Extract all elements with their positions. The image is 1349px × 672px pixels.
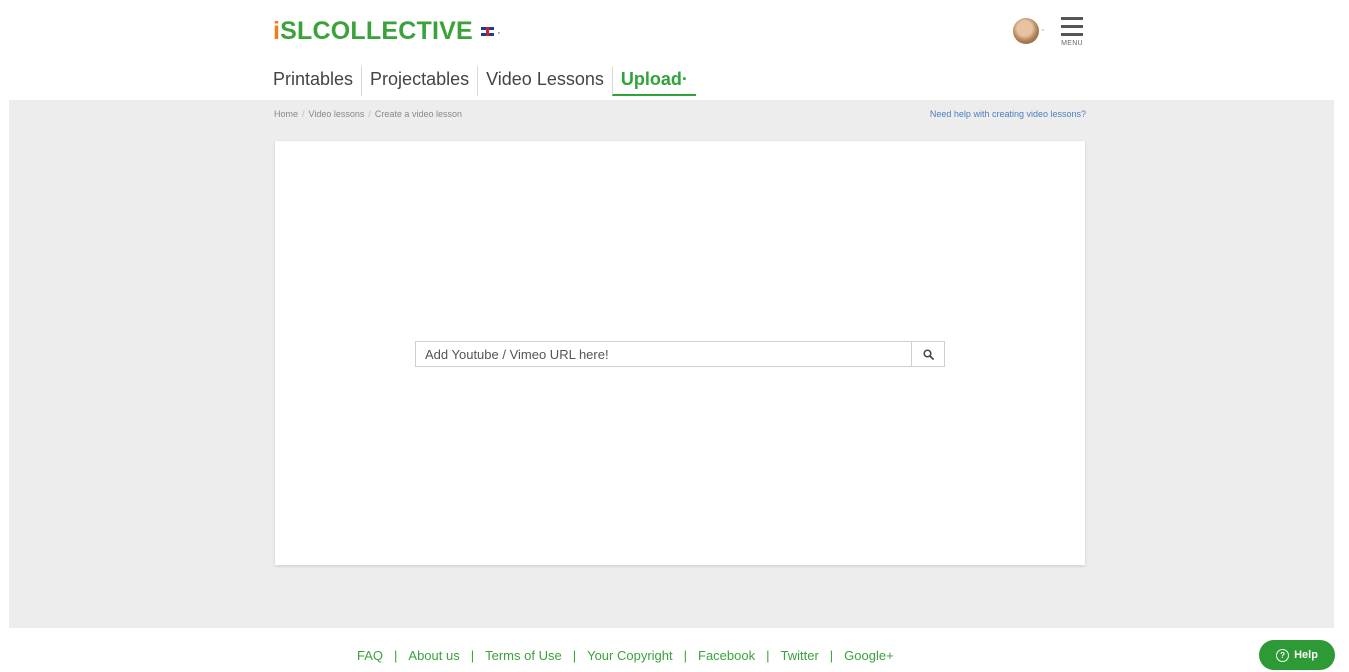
content-area: Home / Video lessons / Create a video lesson… [9,100,1334,628]
logo-rest: SLCOLLECTIVE [280,17,473,45]
help-button[interactable]: ? Help [1259,640,1335,670]
nav-printables[interactable]: Printables [273,66,361,96]
header: iSLCOLLECTIVE · Printables Projectables … [0,0,1349,100]
menu-label: MENU [1061,40,1083,47]
footer-separator: | [829,648,834,663]
main-nav: Printables Projectables Video Lessons Up… [273,66,696,96]
footer-link-copyright[interactable]: Your Copyright [587,648,673,663]
search-icon [922,348,934,360]
breadcrumb: Home / Video lessons / Create a video lesson [274,109,462,119]
nav-projectables[interactable]: Projectables [361,66,477,96]
footer-separator: | [683,648,687,663]
upload-caret-icon: · [681,69,688,89]
site-logo[interactable]: iSLCOLLECTIVE · [273,17,501,46]
footer-link-twitter[interactable]: Twitter [780,648,818,663]
search-button[interactable] [911,341,945,367]
footer-separator: | [572,648,577,663]
upload-card [275,141,1085,565]
logo-text[interactable]: iSLCOLLECTIVE [273,17,473,46]
avatar-caret-icon[interactable]: · [1041,24,1045,36]
footer-link-about[interactable]: About us [408,648,459,663]
footer-link-googleplus[interactable]: Google+ [844,648,894,663]
nav-video-lessons[interactable]: Video Lessons [477,66,612,96]
question-icon: ? [1276,648,1290,662]
uk-flag-icon[interactable] [480,27,494,36]
menu-button[interactable]: MENU [1058,17,1086,57]
language-caret-icon[interactable]: · [497,25,501,39]
nav-upload[interactable]: Upload· [611,66,696,96]
nav-upload-label: Upload [620,69,682,89]
breadcrumb-current: Create a video lesson [374,109,462,119]
footer-separator: | [766,648,770,663]
url-search-bar [415,341,945,367]
video-lesson-help-link[interactable]: Need help with creating video lessons? [930,109,1086,119]
footer-separator: | [470,648,475,663]
hamburger-icon [1058,17,1086,36]
footer-separator: | [394,648,398,663]
breadcrumb-home[interactable]: Home [274,109,298,119]
help-button-label: Help [1294,649,1318,661]
video-url-input[interactable] [415,341,911,367]
footer-links: FAQ | About us | Terms of Use | Your Copyright… [357,648,894,663]
breadcrumb-separator: / [302,109,305,119]
footer-link-terms[interactable]: Terms of Use [485,648,562,663]
breadcrumb-video-lessons[interactable]: Video lessons [309,109,365,119]
breadcrumb-separator: / [368,109,371,119]
footer-link-faq[interactable]: FAQ [357,648,383,663]
footer-link-facebook[interactable]: Facebook [698,648,755,663]
user-avatar[interactable] [1013,18,1039,44]
